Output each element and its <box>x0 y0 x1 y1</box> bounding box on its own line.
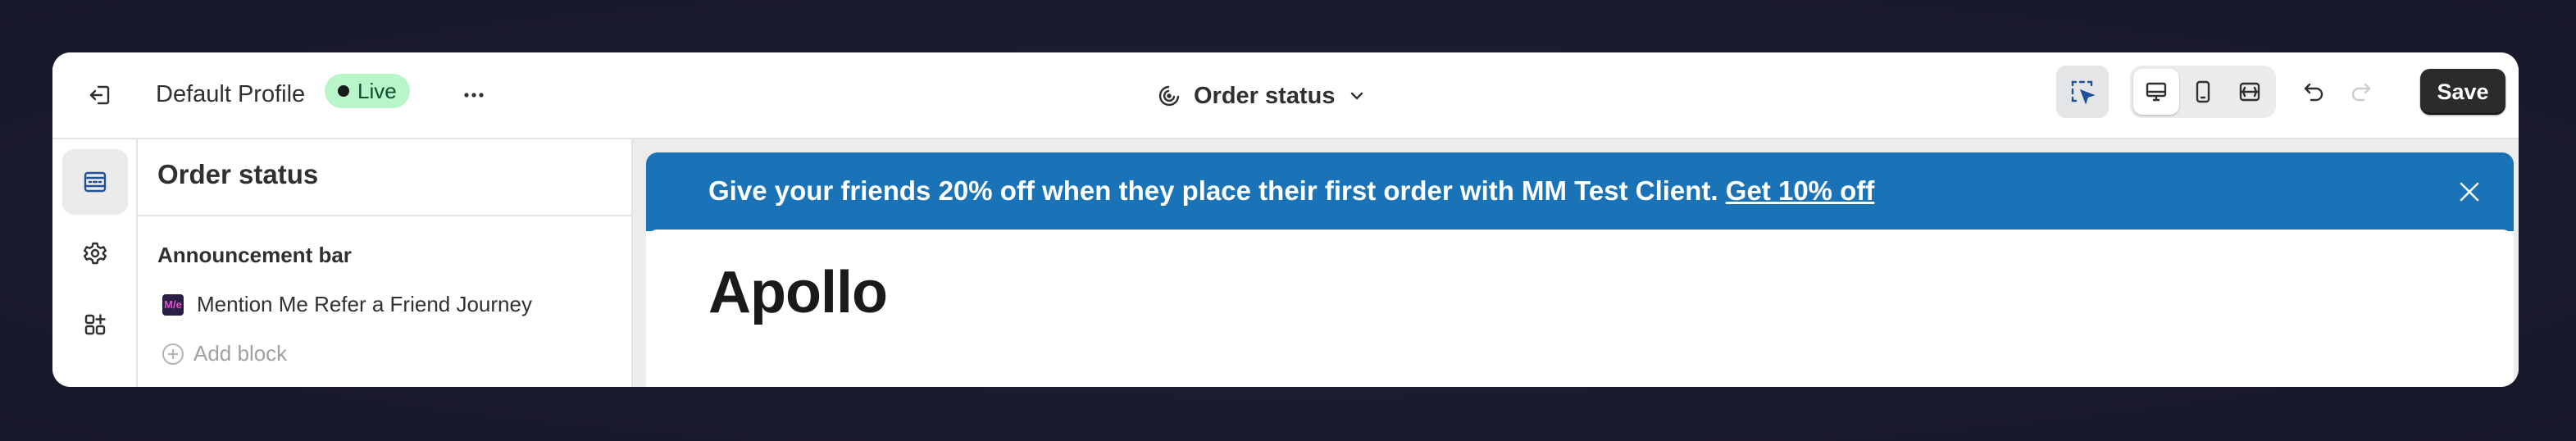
page-selector[interactable]: Order status <box>1143 72 1381 120</box>
rail-sections-button[interactable] <box>62 149 128 215</box>
announcement-bar[interactable]: Give your friends 20% off when they plac… <box>646 152 2514 231</box>
undo-icon <box>2304 83 2323 102</box>
sections-sidebar: Order status Announcement bar M/e Mentio… <box>138 139 633 387</box>
more-actions-button[interactable] <box>451 72 497 118</box>
settings-icon <box>84 242 107 265</box>
section-announcement-bar[interactable]: Announcement bar <box>157 243 352 268</box>
sidebar-title: Order status <box>157 159 319 189</box>
sections-icon <box>84 171 107 193</box>
status-badge: Live <box>325 74 410 108</box>
apps-icon <box>84 314 106 335</box>
sidebar-header: Order status <box>138 139 631 216</box>
announcement-link[interactable]: Get 10% off <box>1726 175 1875 206</box>
top-bar: Default Profile Live Order status Save <box>52 52 2519 139</box>
announcement-text: Give your friends 20% off when they plac… <box>708 175 1874 207</box>
page-type-icon <box>1158 85 1180 107</box>
status-dot <box>338 85 349 97</box>
full-width-icon <box>2239 82 2260 102</box>
mobile-icon <box>2196 80 2210 103</box>
exit-button[interactable] <box>77 72 123 118</box>
plus-icon <box>162 343 184 365</box>
add-block-button[interactable]: Add block <box>162 341 287 366</box>
storefront-preview: Give your friends 20% off when they plac… <box>633 139 2519 387</box>
redo-button[interactable] <box>2338 69 2384 115</box>
preview-frame: Give your friends 20% off when they plac… <box>646 152 2514 387</box>
block-item-mention-me[interactable]: M/e Mention Me Refer a Friend Journey <box>162 292 532 317</box>
rail-settings-button[interactable] <box>62 220 128 286</box>
page-selector-label: Order status <box>1194 82 1336 109</box>
inspector-toggle-button[interactable] <box>2056 66 2109 118</box>
viewport-toggle-group <box>2130 66 2276 118</box>
mobile-view-button[interactable] <box>2180 69 2226 115</box>
add-block-label: Add block <box>193 341 288 366</box>
chevron-down-icon <box>1351 92 1363 100</box>
undo-button[interactable] <box>2291 69 2337 115</box>
redo-icon <box>2351 83 2371 102</box>
block-item-label: Mention Me Refer a Friend Journey <box>197 292 532 316</box>
more-icon <box>464 93 484 98</box>
inspector-icon <box>2071 80 2096 105</box>
store-name[interactable]: Apollo <box>708 259 888 326</box>
rail-apps-button[interactable] <box>62 292 128 357</box>
desktop-view-button[interactable] <box>2133 69 2179 115</box>
save-button[interactable]: Save <box>2420 69 2505 115</box>
announcement-close-button[interactable] <box>2446 169 2492 215</box>
status-badge-label: Live <box>357 78 397 103</box>
close-icon <box>2460 182 2479 202</box>
desktop-icon <box>2146 82 2167 102</box>
profile-name: Default Profile <box>156 81 306 107</box>
store-header: Apollo <box>646 230 2514 377</box>
announcement-message: Give your friends 20% off when they plac… <box>708 175 1718 206</box>
full-width-view-button[interactable] <box>2227 69 2273 115</box>
left-rail <box>52 139 138 387</box>
mention-me-app-icon: M/e <box>162 293 184 316</box>
theme-editor-window: Default Profile Live Order status Save O… <box>52 52 2519 387</box>
exit-icon <box>89 85 110 105</box>
